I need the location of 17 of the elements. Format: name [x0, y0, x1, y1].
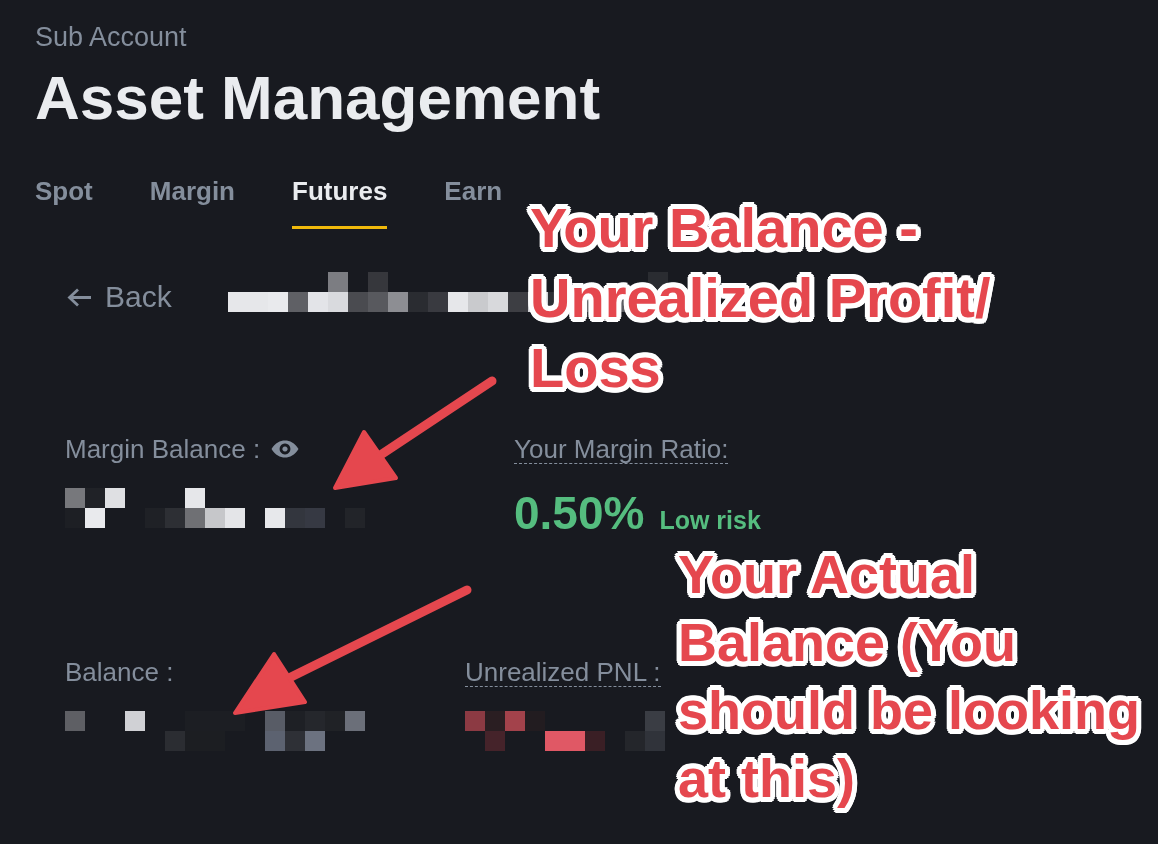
- annotation-text: Your Balance - Unrealized Profit/ Loss: [530, 195, 992, 401]
- page-title: Asset Management: [35, 63, 601, 133]
- annotation-text: Your Actual Balance (You should be looking at this): [678, 543, 1141, 810]
- tab[interactable]: Spot: [35, 176, 93, 229]
- stat-label: Unrealized PNL :: [465, 657, 661, 687]
- stat-label: Your Margin Ratio:: [514, 434, 729, 464]
- eye-icon[interactable]: [271, 440, 300, 458]
- arrow-left-icon: [67, 287, 92, 307]
- back-button[interactable]: Back: [65, 282, 172, 312]
- breadcrumb-text: Sub Account: [35, 21, 187, 52]
- tab[interactable]: Futures: [292, 176, 388, 229]
- stat-label: Margin Balance :: [65, 435, 261, 463]
- tab[interactable]: Earn: [444, 176, 503, 229]
- ratio-value: 0.50%: [514, 488, 645, 538]
- tab[interactable]: Margin: [149, 176, 235, 229]
- stat-label: Balance :: [65, 658, 174, 686]
- risk-label: Low risk: [659, 505, 761, 535]
